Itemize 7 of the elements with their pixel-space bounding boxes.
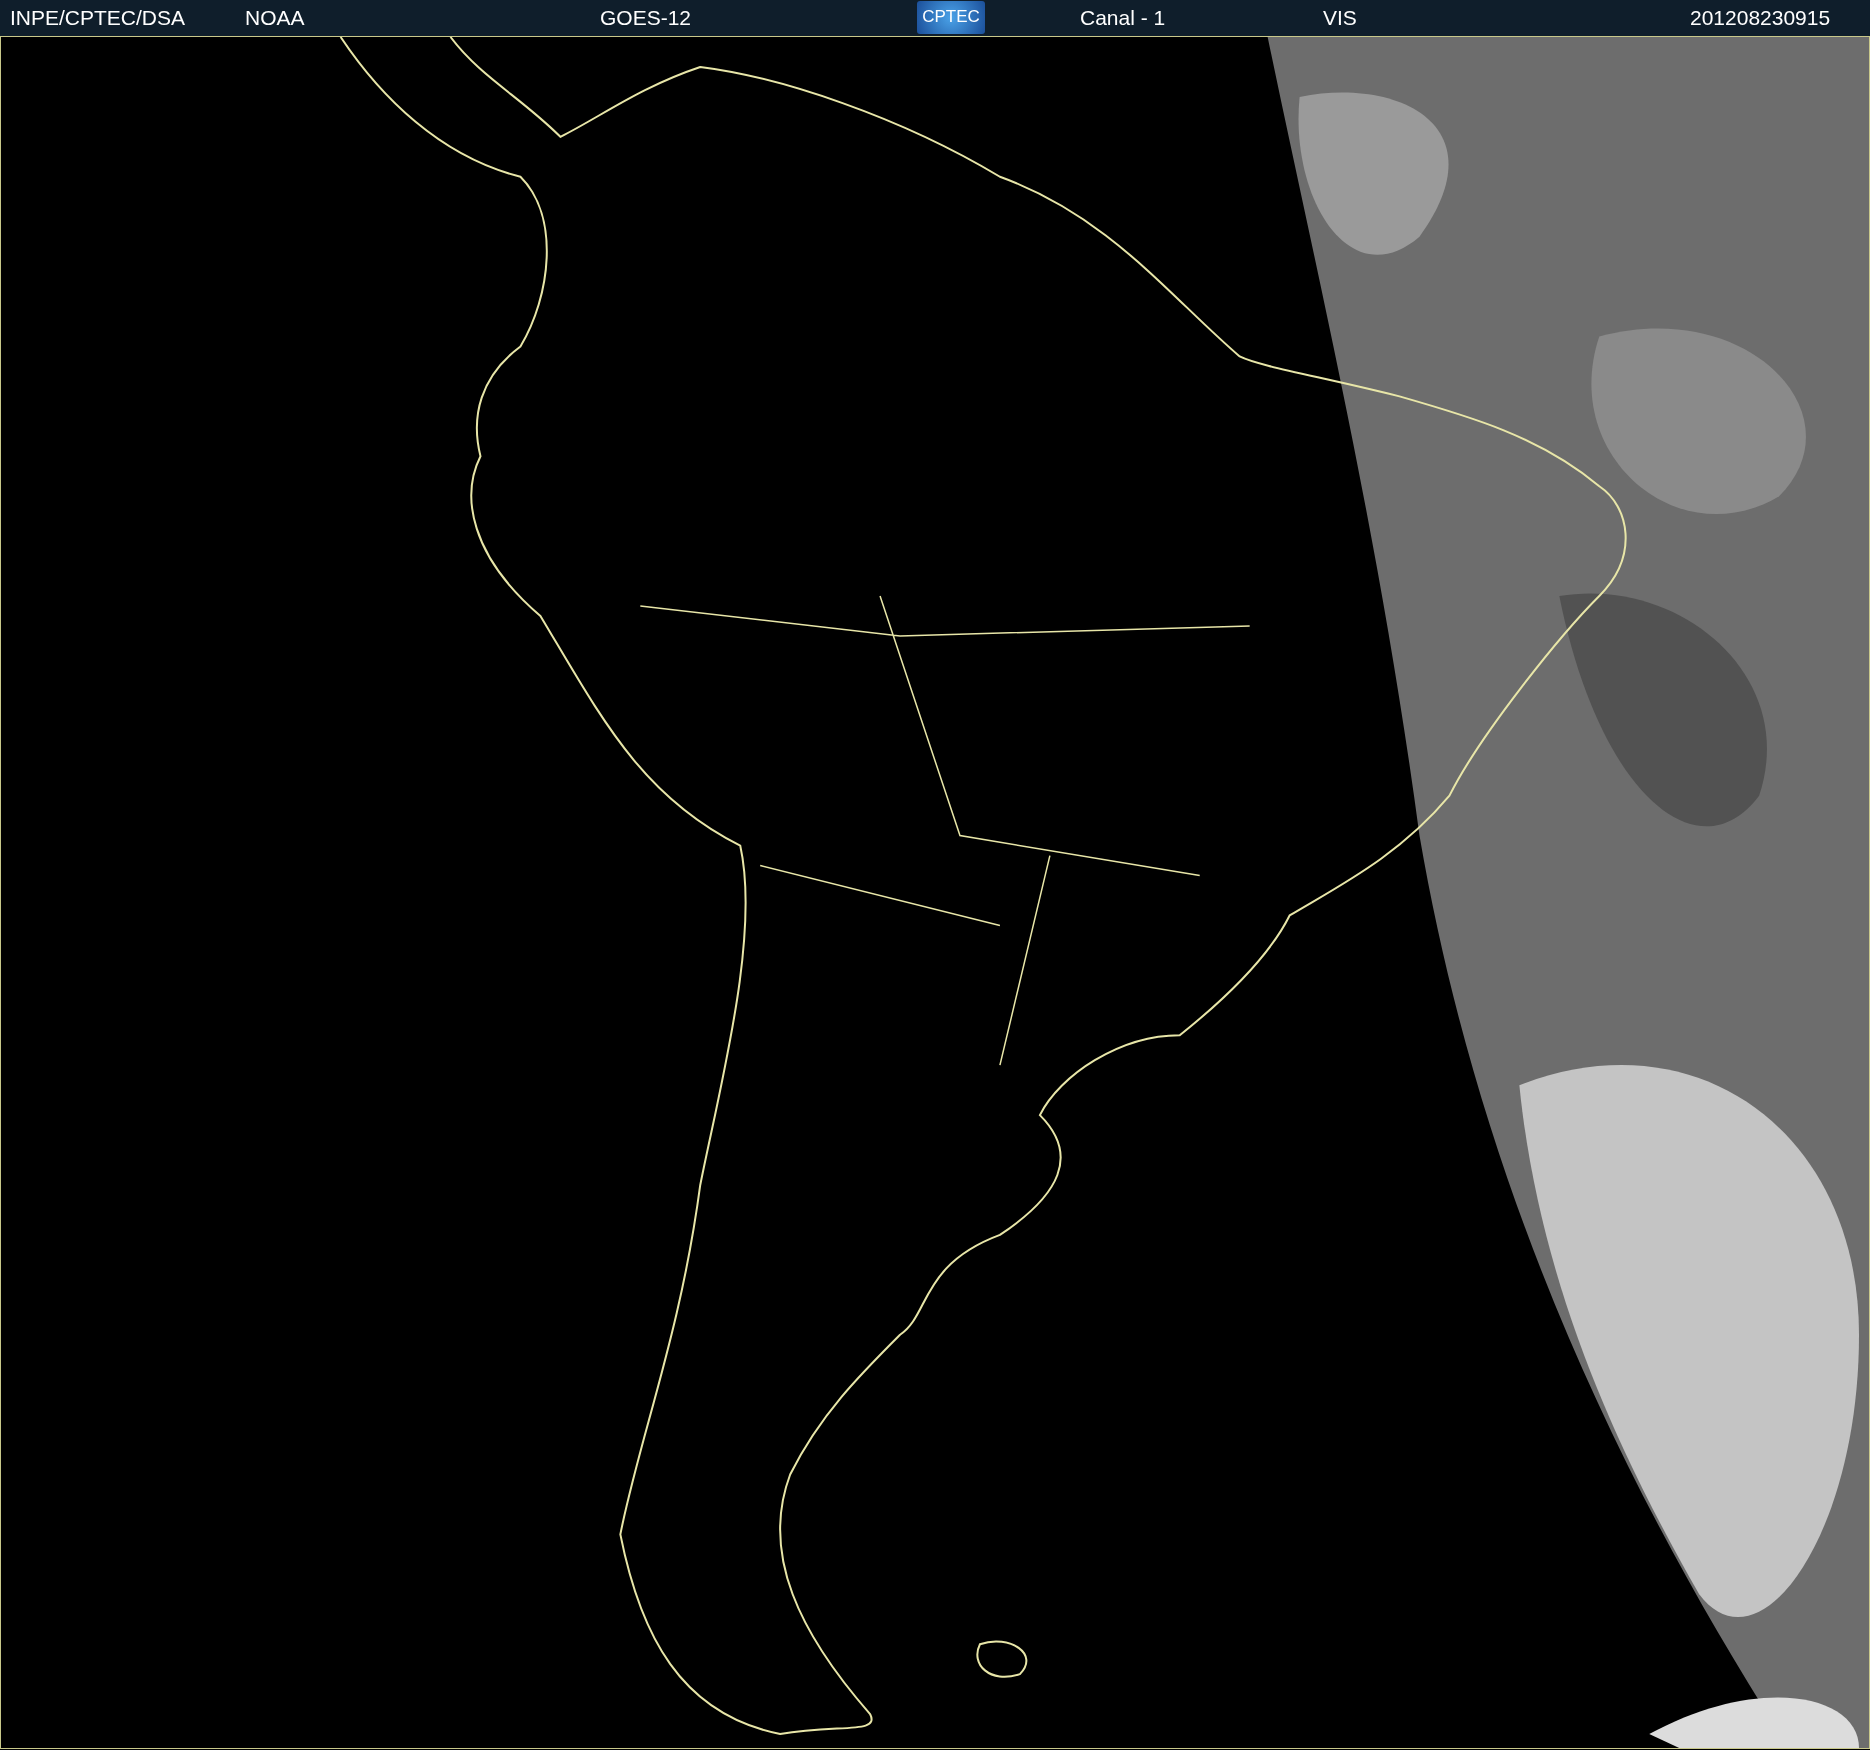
band-label: VIS	[1323, 6, 1357, 30]
source-label: INPE/CPTEC/DSA	[10, 6, 186, 30]
channel-label: Canal - 1	[1080, 6, 1166, 30]
agency-label: NOAA	[245, 6, 305, 30]
logo: CPTEC	[917, 1, 985, 34]
timestamp-label: 201208230915	[1690, 6, 1831, 30]
satellite-label: GOES-12	[600, 6, 692, 30]
